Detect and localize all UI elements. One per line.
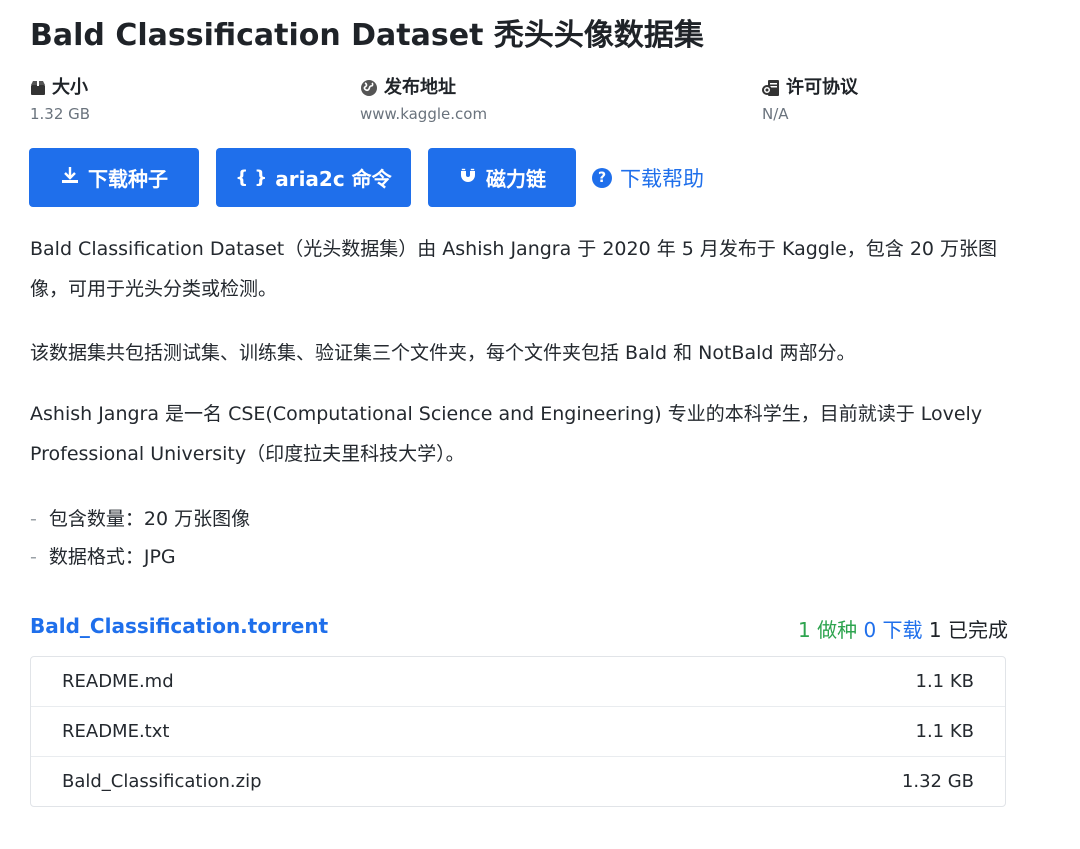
file-row[interactable]: Bald_Classification.zip 1.32 GB	[31, 756, 1005, 806]
file-row[interactable]: README.txt 1.1 KB	[31, 706, 1005, 756]
aria2c-command-button[interactable]: { } aria2c 命令	[216, 148, 411, 207]
meta-license: 许可协议 N/A	[762, 76, 858, 124]
aria2c-command-label: aria2c 命令	[275, 167, 392, 191]
meta-source-label: 发布地址	[384, 77, 456, 98]
meta-source: 发布地址 www.kaggle.com	[360, 76, 487, 124]
file-name: README.md	[62, 671, 174, 692]
meta-size-value: 1.32 GB	[30, 105, 91, 123]
meta-license-value: N/A	[762, 105, 789, 123]
meta-source-value: www.kaggle.com	[360, 105, 488, 123]
torrent-file-link[interactable]: Bald_Classification.torrent	[30, 614, 328, 638]
magnet-icon	[458, 165, 478, 190]
download-help-label: 下载帮助	[620, 167, 704, 191]
question-icon: ?	[592, 168, 612, 188]
torrent-stats: 1 做种 0 下载 1 已完成	[798, 614, 1008, 643]
seeders-count: 1 做种	[798, 618, 858, 642]
magnet-link-label: 磁力链	[486, 167, 546, 191]
feature-list: - 包含数量：20 万张图像 - 数据格式：JPG	[30, 500, 250, 576]
globe-icon	[360, 79, 378, 97]
page-title: Bald Classification Dataset 秃头头像数据集	[30, 18, 704, 53]
package-icon	[30, 80, 46, 96]
magnet-link-button[interactable]: 磁力链	[428, 148, 576, 207]
list-item: - 数据格式：JPG	[30, 546, 176, 568]
meta-license-label: 许可协议	[786, 77, 858, 98]
download-torrent-button[interactable]: 下载种子	[29, 148, 199, 207]
leechers-count: 0 下载	[863, 618, 923, 642]
meta-size-label: 大小	[52, 77, 88, 98]
file-name: Bald_Classification.zip	[62, 771, 262, 792]
download-icon	[60, 165, 80, 190]
license-icon	[762, 79, 780, 97]
code-braces-icon: { }	[235, 167, 268, 188]
description-paragraph-3: Ashish Jangra 是一名 CSE(Computational Scie…	[30, 403, 983, 465]
file-list: README.md 1.1 KB README.txt 1.1 KB Bald_…	[30, 656, 1006, 807]
file-size: 1.32 GB	[901, 771, 974, 792]
meta-size: 大小 1.32 GB	[30, 76, 90, 124]
dataset-page: Bald Classification Dataset 秃头头像数据集 大小 1…	[0, 0, 1080, 849]
description-paragraph-2: 该数据集共包括测试集、训练集、验证集三个文件夹，每个文件夹包括 Bald 和 N…	[30, 342, 856, 364]
file-row[interactable]: README.md 1.1 KB	[31, 657, 1005, 706]
file-size: 1.1 KB	[915, 671, 975, 692]
completed-count: 1 已完成	[928, 618, 1008, 642]
download-torrent-label: 下载种子	[88, 167, 168, 191]
file-size: 1.1 KB	[915, 721, 975, 742]
file-name: README.txt	[62, 721, 170, 742]
download-help-link[interactable]: ? 下载帮助	[592, 164, 704, 192]
description-paragraph-1: Bald Classification Dataset（光头数据集）由 Ashi…	[30, 238, 998, 300]
list-item: - 包含数量：20 万张图像	[30, 508, 251, 530]
